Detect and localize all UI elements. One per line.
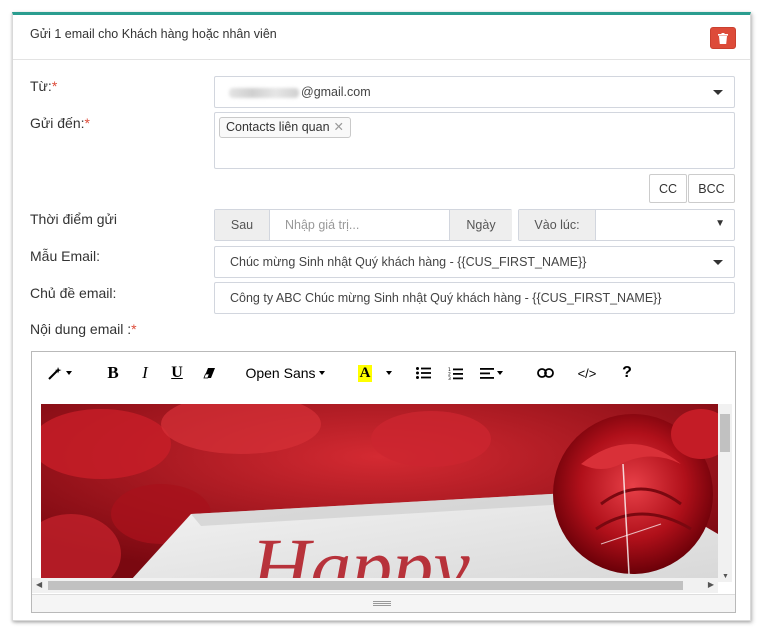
eraser-icon: [202, 368, 215, 379]
cc-button[interactable]: CC: [649, 174, 687, 203]
to-label: Gửi đến:*: [30, 115, 90, 131]
to-field[interactable]: Contacts liên quan ✕: [214, 112, 735, 169]
scroll-left-icon[interactable]: ◀: [36, 580, 42, 589]
magic-wand-icon: [47, 367, 61, 380]
align-left-icon: [479, 367, 494, 379]
bcc-button[interactable]: BCC: [688, 174, 735, 203]
chevron-down-icon: [713, 260, 723, 265]
after-addon: Sau: [215, 210, 270, 240]
vertical-scrollbar[interactable]: ▼: [718, 404, 732, 582]
from-label: Từ:*: [30, 78, 58, 94]
rich-text-editor: B I U Open Sans A 1 2 3 </> ? Happy ▼ ◀ …: [31, 351, 736, 613]
svg-text:3: 3: [448, 376, 451, 380]
time-label: Thời điểm gửi: [30, 211, 118, 227]
svg-text:Happy: Happy: [250, 521, 470, 580]
template-value: Chúc mừng Sinh nhật Quý khách hàng - {{C…: [230, 255, 587, 269]
at-addon: Vào lúc:: [519, 210, 596, 240]
bold-button[interactable]: B: [102, 362, 124, 384]
code-view-button[interactable]: </>: [572, 362, 602, 384]
chevron-down-icon: ▼: [715, 218, 725, 229]
clear-format-button[interactable]: [198, 362, 220, 384]
editor-content[interactable]: Happy: [41, 404, 718, 580]
day-addon: Ngày: [449, 210, 512, 240]
from-select[interactable]: @gmail.com: [214, 76, 735, 108]
text-color-button[interactable]: A: [354, 362, 376, 384]
scroll-right-icon[interactable]: ▶: [708, 580, 714, 589]
chevron-down-icon: [713, 90, 723, 95]
subject-value: Công ty ABC Chúc mừng Sinh nhật Quý khác…: [230, 291, 662, 305]
subject-input[interactable]: Công ty ABC Chúc mừng Sinh nhật Quý khác…: [214, 282, 735, 314]
highlight-a-icon: A: [357, 364, 373, 382]
from-value: @gmail.com: [301, 85, 371, 99]
color-dropdown-caret[interactable]: [380, 362, 394, 384]
link-icon: [536, 368, 554, 378]
delete-button[interactable]: [710, 27, 736, 49]
email-panel: Gửi 1 email cho Khách hàng hoặc nhân viê…: [12, 12, 751, 621]
birthday-rose-image: Happy: [41, 404, 718, 580]
horizontal-scrollbar[interactable]: ◀ ▶: [32, 578, 718, 593]
template-label: Mẫu Email:: [30, 248, 101, 264]
scroll-down-icon[interactable]: ▼: [722, 573, 729, 580]
paragraph-align-dropdown[interactable]: [476, 362, 506, 384]
trash-icon: [718, 32, 728, 44]
redacted-email: [229, 87, 299, 98]
underline-button[interactable]: U: [166, 362, 188, 384]
horizontal-scroll-thumb[interactable]: [48, 581, 683, 590]
editor-resize-handle[interactable]: [32, 594, 735, 612]
magic-style-button[interactable]: [44, 362, 74, 384]
help-button[interactable]: ?: [616, 362, 638, 384]
editor-toolbar: B I U Open Sans A 1 2 3 </> ?: [32, 352, 735, 394]
recipient-tag: Contacts liên quan ✕: [219, 117, 352, 138]
send-time-group[interactable]: Vào lúc: ▼: [518, 209, 735, 241]
ordered-list-button[interactable]: 1 2 3: [444, 362, 466, 384]
panel-header: Gửi 1 email cho Khách hàng hoặc nhân viê…: [13, 15, 750, 60]
italic-button[interactable]: I: [134, 362, 156, 384]
font-family-dropdown[interactable]: Open Sans: [242, 362, 328, 384]
insert-link-button[interactable]: [534, 362, 556, 384]
template-select[interactable]: Chúc mừng Sinh nhật Quý khách hàng - {{C…: [214, 246, 735, 278]
bullet-list-icon: [415, 367, 431, 379]
vertical-scroll-thumb[interactable]: [720, 414, 730, 452]
delay-group: Sau Nhập giá trị... Ngày: [214, 209, 512, 241]
unordered-list-button[interactable]: [412, 362, 434, 384]
subject-label: Chủ đề email:: [30, 285, 117, 301]
body-label: Nội dung email :*: [30, 321, 137, 337]
panel-title: Gửi 1 email cho Khách hàng hoặc nhân viê…: [30, 27, 277, 41]
delay-input[interactable]: Nhập giá trị...: [285, 218, 359, 232]
grip-icon: [373, 601, 391, 606]
remove-tag-icon[interactable]: ✕: [334, 120, 344, 134]
numbered-list-icon: 1 2 3: [448, 367, 463, 380]
